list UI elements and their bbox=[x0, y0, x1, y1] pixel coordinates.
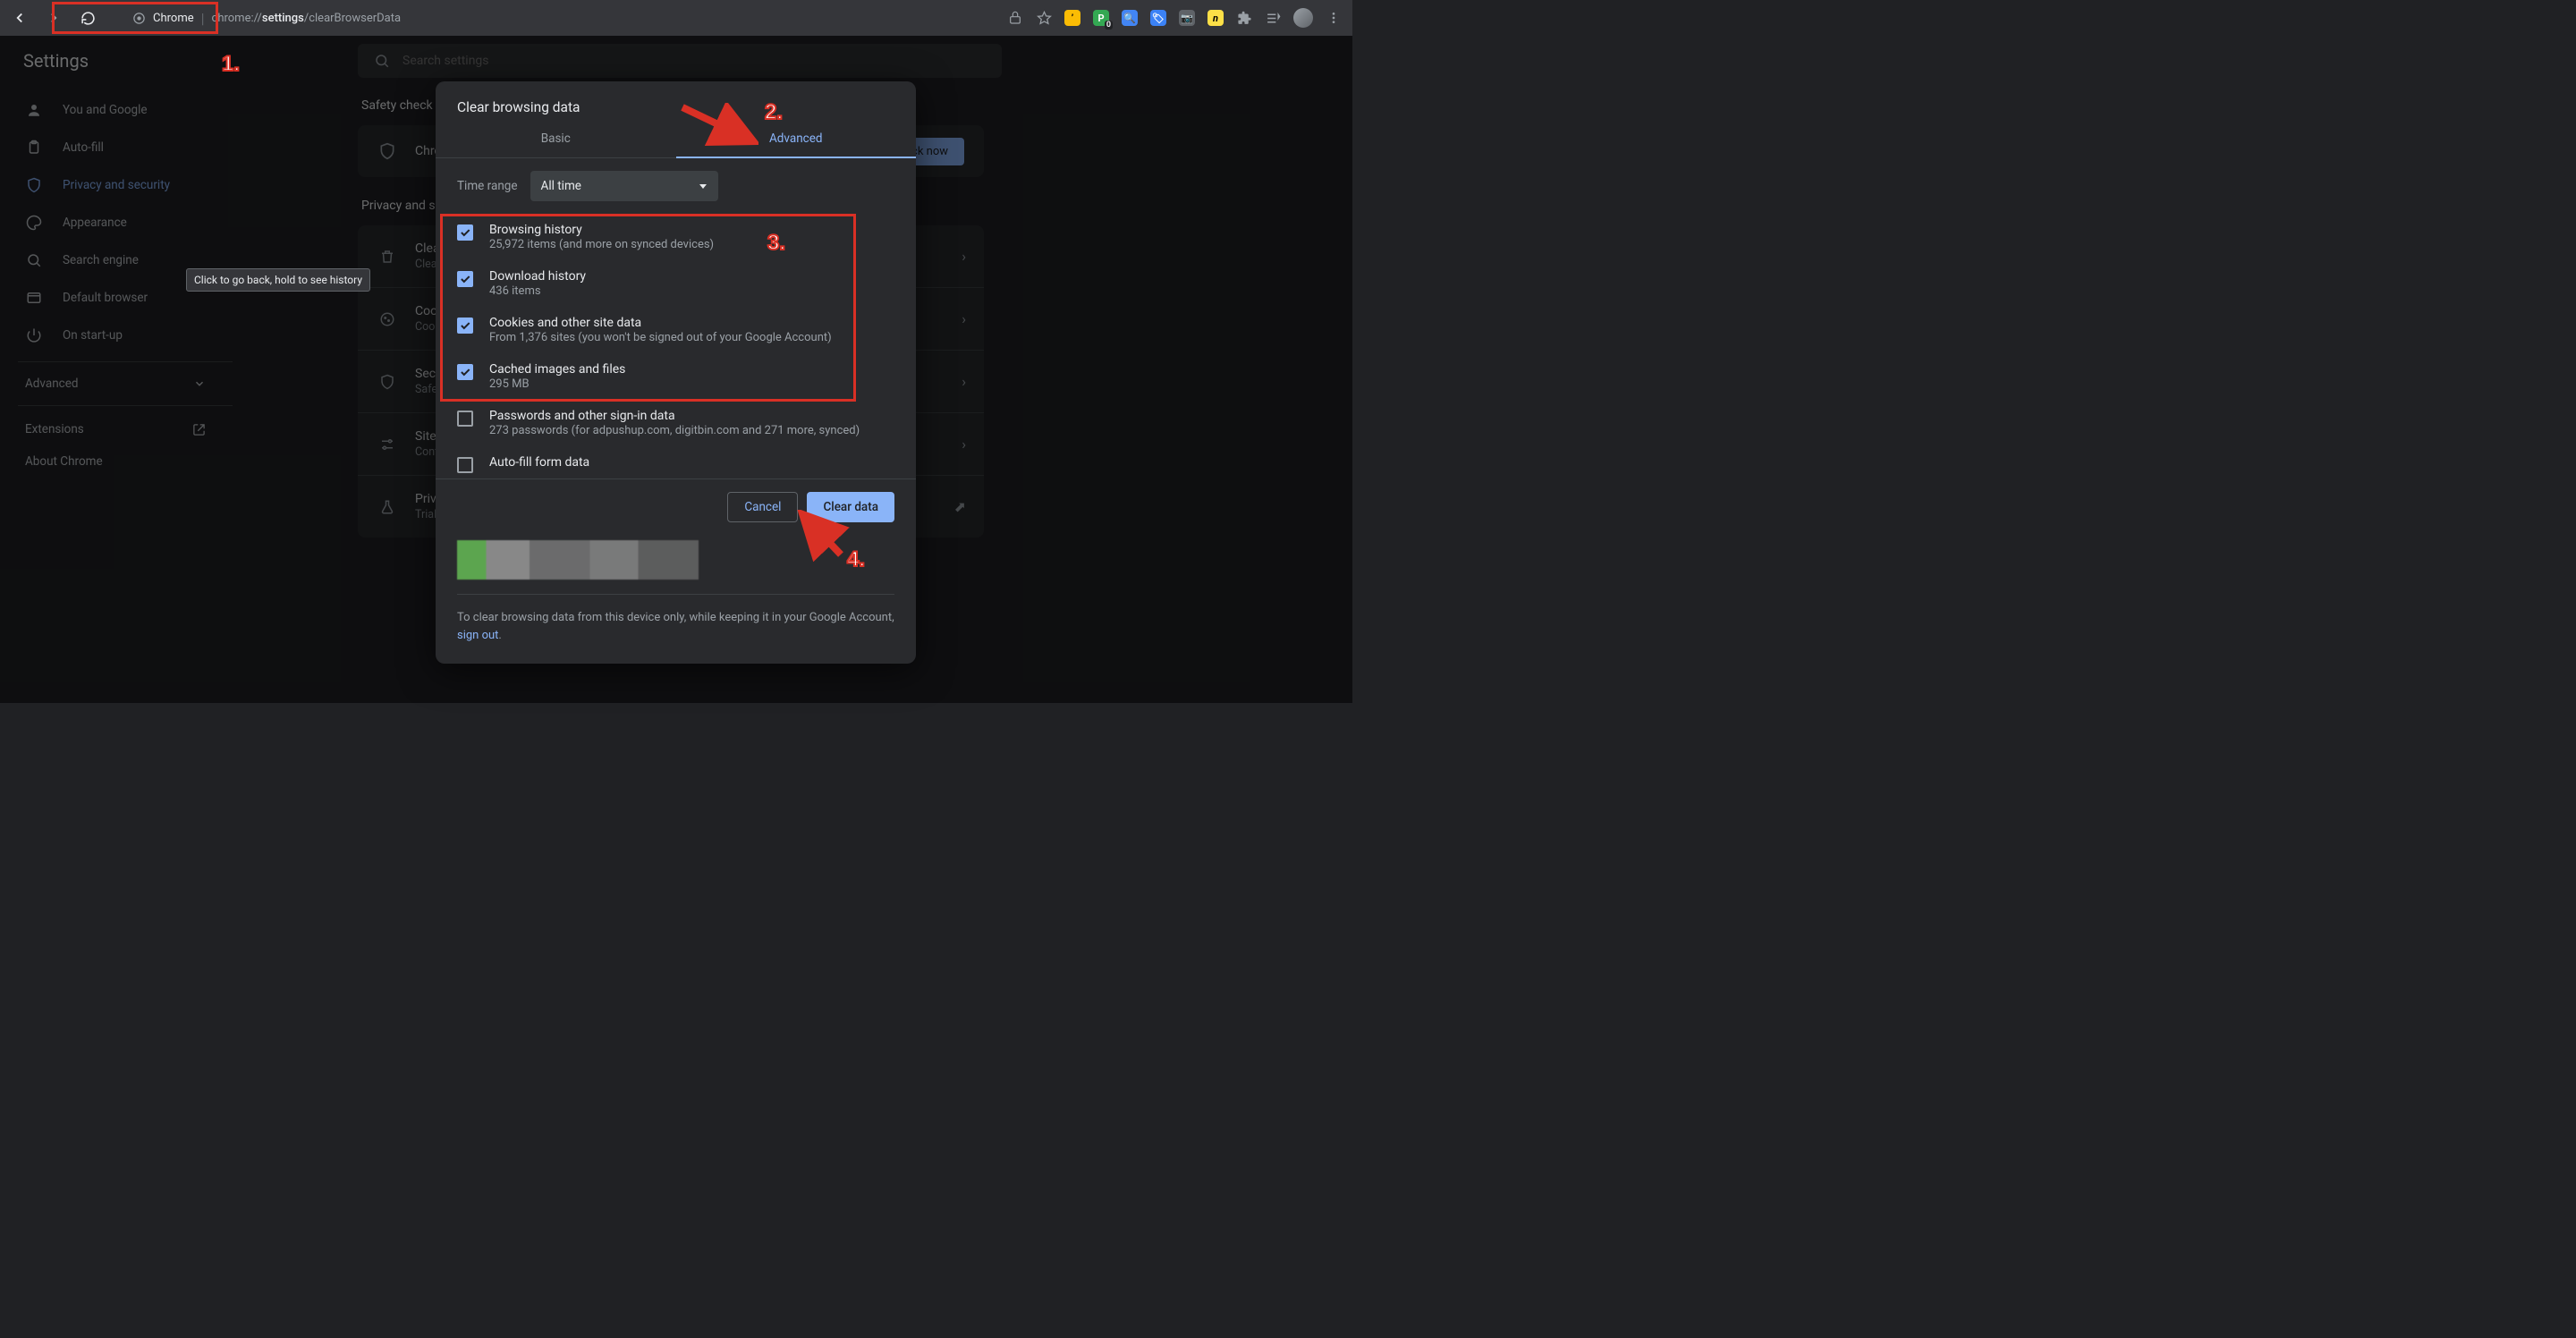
option-autofill[interactable]: Auto-fill form data bbox=[457, 446, 894, 475]
extension-icon-4[interactable]: 🏷 bbox=[1150, 10, 1166, 26]
kebab-menu-icon[interactable] bbox=[1326, 10, 1342, 26]
option-passwords[interactable]: Passwords and other sign-in data273 pass… bbox=[457, 400, 894, 446]
share-icon[interactable] bbox=[1007, 10, 1023, 26]
extension-icon-6[interactable]: n bbox=[1208, 10, 1224, 26]
sign-out-link[interactable]: sign out bbox=[457, 629, 498, 642]
annotation-number-1: 1. bbox=[222, 52, 240, 77]
back-button-tooltip: Click to go back, hold to see history bbox=[186, 268, 370, 292]
annotation-number-2: 2. bbox=[765, 100, 783, 125]
extension-icon-5[interactable]: 📷 bbox=[1179, 10, 1195, 26]
toolbar-actions: ’ P0 🔍 🏷 📷 n bbox=[1007, 8, 1345, 28]
time-range-select[interactable]: All time bbox=[530, 171, 718, 201]
checkbox[interactable] bbox=[457, 457, 473, 473]
tab-basic[interactable]: Basic bbox=[436, 119, 676, 157]
dialog-title: Clear browsing data bbox=[436, 81, 916, 119]
cancel-button[interactable]: Cancel bbox=[727, 492, 798, 522]
annotation-number-4: 4. bbox=[847, 547, 865, 572]
extension-icon-2[interactable]: P0 bbox=[1093, 10, 1109, 26]
extension-icon-1[interactable]: ’ bbox=[1064, 10, 1080, 26]
dropdown-triangle-icon bbox=[699, 182, 708, 191]
reading-list-icon[interactable] bbox=[1265, 10, 1281, 26]
annotation-box-1 bbox=[52, 2, 218, 34]
checkbox[interactable] bbox=[457, 411, 473, 427]
dialog-footer-text: To clear browsing data from this device … bbox=[457, 609, 894, 644]
extensions-puzzle-icon[interactable] bbox=[1236, 10, 1252, 26]
back-button[interactable] bbox=[7, 5, 32, 30]
extension-icon-3[interactable]: 🔍 bbox=[1122, 10, 1138, 26]
addr-url: chrome://settings/clearBrowserData bbox=[212, 12, 402, 25]
annotation-arrow-2 bbox=[678, 103, 758, 152]
bookmark-star-icon[interactable] bbox=[1036, 10, 1052, 26]
browser-toolbar: Chrome | chrome://settings/clearBrowserD… bbox=[0, 0, 1352, 36]
annotation-arrow-4 bbox=[796, 510, 850, 563]
redacted-account-area bbox=[457, 540, 699, 580]
time-range-label: Time range bbox=[457, 179, 518, 193]
annotation-number-3: 3. bbox=[767, 231, 785, 256]
profile-avatar[interactable] bbox=[1293, 8, 1313, 28]
annotation-box-3 bbox=[440, 214, 856, 402]
